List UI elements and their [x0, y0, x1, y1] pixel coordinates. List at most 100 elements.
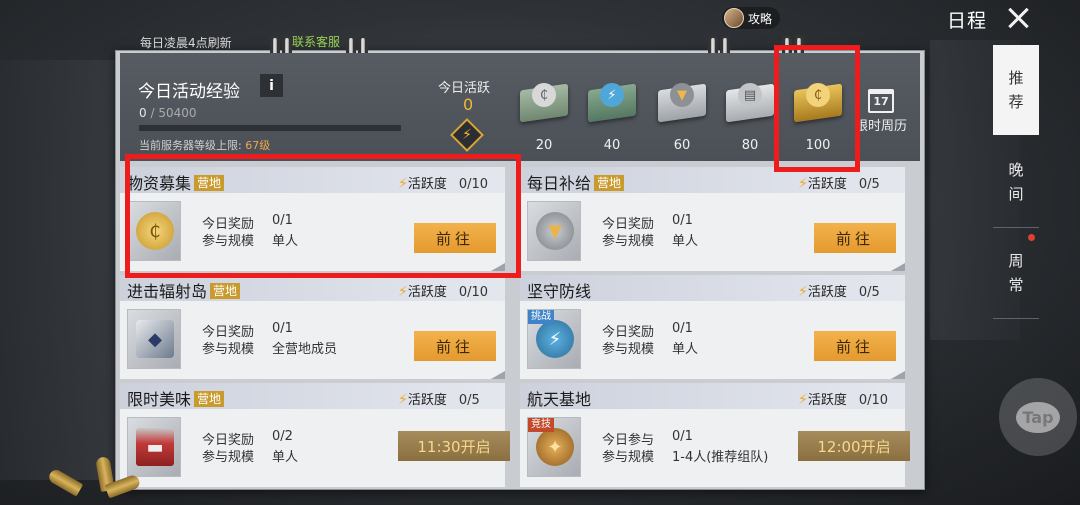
- tab-recommended[interactable]: 推 荐: [993, 45, 1039, 135]
- energy-shield-icon: ⚡: [536, 320, 574, 358]
- bolt-icon: ⚡: [398, 284, 408, 300]
- bronze-medal-icon: ✦: [536, 428, 574, 466]
- tab-evening[interactable]: 晚 间: [993, 137, 1039, 227]
- scheduled-open-button[interactable]: 12:00开启: [798, 431, 910, 461]
- tab-recommended-label-2: 荐: [1008, 93, 1024, 111]
- challenge-tag: 挑战: [528, 310, 554, 324]
- bolt-icon: ⚡: [798, 176, 808, 192]
- tab-evening-label-1: 晚: [1008, 161, 1024, 179]
- reward-threshold: 60: [673, 138, 691, 153]
- camp-tag: 营地: [194, 391, 225, 407]
- row-label: 参与规模: [202, 450, 255, 465]
- activity-points: ⚡活跃度 0/10: [398, 281, 488, 300]
- activity-card-daily-supply[interactable]: 每日补给 营地 ⚡活跃度 0/5 ▼ 今日奖励 0/1 参与规模 单人 前往: [520, 167, 905, 271]
- row-value: 0/1: [672, 213, 693, 228]
- reward-threshold: 80: [741, 138, 759, 153]
- bullet-shells-decoration: [46, 455, 160, 500]
- activity-name: 坚守防线: [527, 282, 592, 301]
- activity-name: 进击辐射岛: [127, 282, 208, 301]
- side-tab-bar: 推 荐 晚 间 周 常: [993, 45, 1039, 320]
- row-value: 1-4人(推荐组队): [672, 450, 769, 465]
- activity-points-label: 活跃度: [407, 285, 447, 300]
- activity-points: ⚡活跃度 0/5: [798, 173, 880, 192]
- tab-recommended-label-1: 推: [1008, 69, 1024, 87]
- activity-card-hold-defense[interactable]: 坚守防线 ⚡活跃度 0/5 ⚡ 挑战 今日奖励 0/1 参与规模 单人 前往: [520, 275, 905, 379]
- silver-shield-crate-icon: ▼: [670, 83, 694, 107]
- energy-crate-icon: ⚡: [600, 83, 624, 107]
- bolt-icon: ⚡: [798, 392, 808, 408]
- tab-evening-label-2: 间: [1008, 185, 1024, 203]
- scheduled-open-button[interactable]: 11:30开启: [398, 431, 510, 461]
- row-value: 0/1: [672, 429, 693, 444]
- row-value: 单人: [672, 342, 699, 357]
- activity-points-value: 0/10: [858, 393, 889, 408]
- timed-week-calendar-button[interactable]: 17 限时周历: [852, 89, 910, 134]
- close-icon[interactable]: [1006, 6, 1030, 30]
- activity-points-label: 活跃度: [807, 285, 847, 300]
- today-activity-label: 今日活跃: [438, 81, 491, 96]
- activity-icon-frame: ⚡ 挑战: [527, 309, 581, 369]
- activity-points-label: 活跃度: [807, 177, 847, 192]
- highlight-frame: [774, 45, 860, 172]
- reward-crate-20[interactable]: ₵: [516, 75, 572, 131]
- row-value: 0/1: [272, 321, 293, 336]
- guide-avatar-icon: [724, 8, 744, 28]
- activity-points-value: 0/10: [458, 285, 489, 300]
- tab-weekly-label-2: 常: [1008, 276, 1024, 294]
- row-label: 参与规模: [602, 234, 655, 249]
- row-value: 单人: [672, 234, 699, 249]
- today-activity-value: 0: [463, 95, 474, 114]
- notification-dot: [1028, 234, 1035, 241]
- go-button[interactable]: 前往: [814, 331, 896, 361]
- row-value: 0/2: [272, 429, 293, 444]
- activity-icon-frame: ✦ 竞技: [527, 417, 581, 477]
- exp-current: 0: [139, 106, 147, 120]
- server-cap-level: 67级: [245, 139, 271, 152]
- tap-floating-button[interactable]: Tap: [999, 378, 1077, 456]
- row-value: 全营地成员: [272, 342, 338, 357]
- activity-points-value: 0/5: [858, 285, 880, 300]
- reward-crate-60[interactable]: ▼: [654, 75, 710, 131]
- page-title: 日程: [947, 10, 988, 32]
- bolt-icon: ⚡: [398, 392, 408, 408]
- silver-coin-crate-icon: ₵: [532, 83, 556, 107]
- activity-points: ⚡活跃度 0/5: [798, 281, 880, 300]
- activity-card-space-base[interactable]: 航天基地 ⚡活跃度 0/10 ✦ 竞技 今日参与 0/1 参与规模 1-4人(推荐…: [520, 383, 910, 487]
- activity-points-label: 活跃度: [807, 393, 847, 408]
- activity-card-radiation-island[interactable]: 进击辐射岛 营地 ⚡活跃度 0/10 ◆ 今日奖励 0/1 参与规模 全营地成员 前…: [120, 275, 505, 379]
- reward-threshold: 20: [535, 138, 553, 153]
- exp-value: 0 / 50400: [139, 106, 197, 120]
- tab-weekly[interactable]: 周 常: [993, 228, 1039, 318]
- server-cap-prefix: 当前服务器等级上限:: [139, 139, 246, 152]
- bolt-icon: ⚡: [798, 284, 808, 300]
- exp-progress-bar: [139, 125, 401, 131]
- reward-crate-80[interactable]: ▤: [722, 75, 778, 131]
- activity-points-label: 活跃度: [407, 393, 447, 408]
- exp-title: 今日活动经验: [138, 82, 240, 102]
- refresh-note: 每日凌晨4点刷新: [140, 36, 232, 50]
- activity-bolt-icon: ⚡: [450, 118, 484, 152]
- reward-crate-40[interactable]: ⚡: [584, 75, 640, 131]
- activity-name: 限时美味: [127, 390, 192, 409]
- tab-weekly-label-1: 周: [1008, 252, 1024, 270]
- competition-tag: 竞技: [528, 418, 554, 432]
- reward-threshold: 40: [603, 138, 621, 153]
- silver-ammo-crate-icon: ▤: [738, 83, 762, 107]
- guide-label: 攻略: [748, 11, 773, 26]
- activity-icon-frame: ◆: [127, 309, 181, 369]
- server-level-cap: 当前服务器等级上限: 67级: [139, 137, 270, 153]
- timed-week-label: 限时周历: [854, 119, 907, 134]
- silver-shield-icon: ▼: [536, 212, 574, 250]
- exp-max: 50400: [158, 106, 197, 120]
- info-button[interactable]: i: [260, 74, 283, 97]
- go-button[interactable]: 前往: [414, 331, 496, 361]
- activity-name: 航天基地: [527, 390, 592, 409]
- guide-button[interactable]: 攻略: [722, 7, 781, 29]
- tap-label: Tap: [1016, 401, 1060, 433]
- row-value: 0/1: [672, 321, 693, 336]
- activity-card-timed-delicacy[interactable]: 限时美味 营地 ⚡活跃度 0/5 ▬ 今日奖励 0/2 参与规模 单人 11:30开…: [120, 383, 510, 487]
- row-value: 单人: [272, 450, 299, 465]
- activity-name: 每日补给: [527, 174, 592, 193]
- customer-service-link[interactable]: 联系客服: [292, 33, 340, 50]
- go-button[interactable]: 前往: [814, 223, 896, 253]
